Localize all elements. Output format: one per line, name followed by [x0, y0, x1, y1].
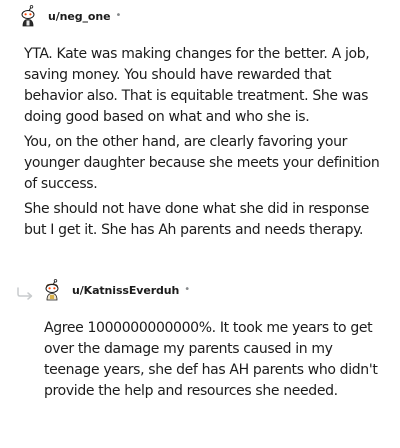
comment-body: YTA. Kate was making changes for the bet…: [24, 44, 384, 245]
reply-header: u/KatnissEverduh •: [40, 278, 190, 302]
snoo-avatar-icon[interactable]: [40, 278, 64, 302]
username-link[interactable]: u/neg_one: [48, 10, 111, 23]
comment-paragraph: Agree 1000000000000%. It took me years t…: [44, 320, 378, 399]
comment-paragraph: You, on the other hand, are clearly favo…: [24, 134, 380, 192]
reply-body: Agree 1000000000000%. It took me years t…: [44, 318, 384, 406]
snoo-avatar-icon[interactable]: [16, 4, 40, 28]
comment-paragraph: YTA. Kate was making changes for the bet…: [24, 46, 370, 125]
reply-arrow-icon: [16, 286, 36, 300]
comment-paragraph: She should not have done what she did in…: [24, 201, 370, 238]
comment-header: u/neg_one •: [16, 4, 121, 28]
username-link[interactable]: u/KatnissEverduh: [72, 284, 179, 297]
separator-dot: •: [115, 10, 122, 21]
separator-dot: •: [184, 284, 191, 295]
